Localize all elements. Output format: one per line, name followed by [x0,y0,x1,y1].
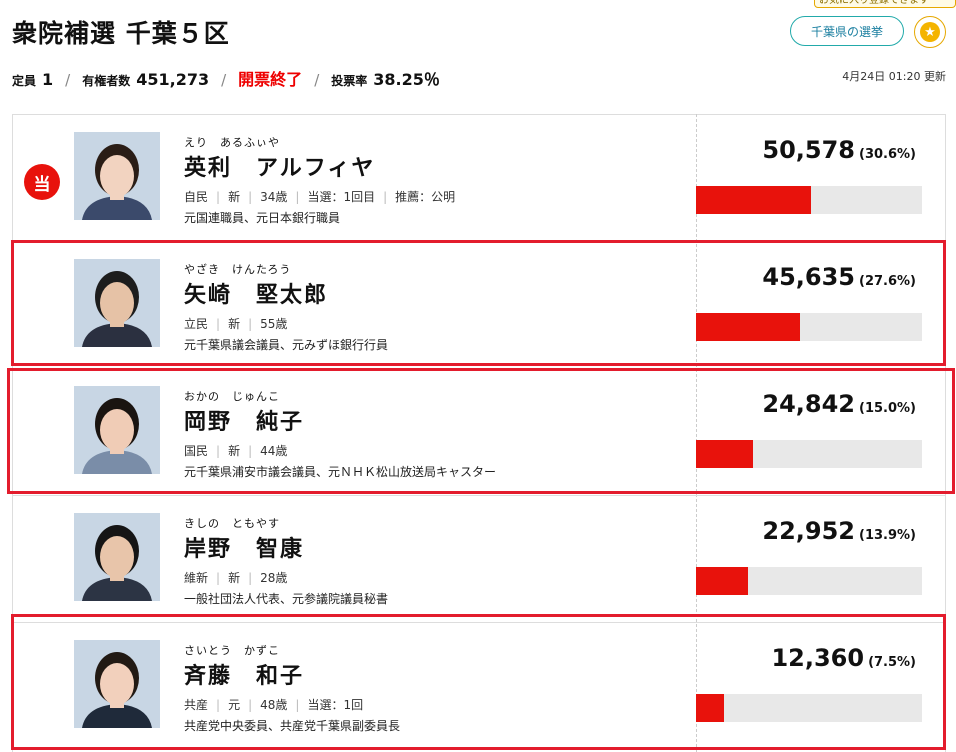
turnout-value: 38.25％ [373,70,440,89]
candidate-kana: えり あるふぃや [184,136,280,149]
meta-divider: | [248,190,253,204]
candidate-meta-item: 新 [228,571,241,585]
candidate-meta: 維新 | 新 | 28歳 [184,569,287,586]
candidate-meta-item: 当選：1回目 [307,190,376,204]
highlight-box [11,240,946,366]
candidate-meta-item: 新 [228,190,241,204]
vote-number: 50,578 [762,136,856,164]
turnout-label: 投票率 [331,74,368,88]
candidate-meta-item: 28歳 [260,571,288,585]
candidate-career: 一般社団法人代表、元参議院議員秘書 [184,592,389,606]
divider: / [314,71,320,89]
vote-percent: (13.9%) [859,528,916,543]
highlight-box [7,368,955,494]
meta-divider: | [248,571,253,585]
vote-share-bar [696,567,922,595]
vote-share-fill [696,186,812,214]
voters-value: 451,273 [136,70,210,89]
candidate-row: 当 えり あるふぃや 英利 アルフィヤ 自民 | 新 | 34歳 | 当選：1回目 | 推薦：公… [12,116,946,242]
favorite-tooltip: お気に入り登録できます [814,0,956,8]
divider: / [65,71,71,89]
election-stats: 定員 1 / 有権者数 451,273 / 開票終了 / 投票率 38.25％ [12,66,440,90]
candidate-name: 岸野 智康 [184,537,305,562]
star-icon: ★ [920,22,940,42]
vote-percent: (30.6%) [859,147,916,162]
candidate-meta: 自民 | 新 | 34歳 | 当選：1回目 | 推薦：公明 [184,188,455,205]
elected-badge: 当 [24,164,60,200]
candidate-photo [74,132,160,220]
row-divider [12,495,946,496]
voters-label: 有権者数 [82,74,131,88]
divider: / [221,71,227,89]
candidate-meta-item: 推薦：公明 [395,190,456,204]
count-status: 開票終了 [238,70,303,89]
candidate-career: 元国連職員、元日本銀行職員 [184,211,341,225]
seats-label: 定員 [12,74,37,88]
meta-divider: | [216,190,221,204]
seats-value: 1 [42,70,54,89]
favorite-button[interactable]: ★ [914,16,946,48]
vote-number: 22,952 [762,517,856,545]
updated-time: 4月24日 01:20 更新 [842,70,946,83]
candidate-kana: きしの ともやす [184,517,280,530]
prefecture-elections-button[interactable]: 千葉県の選挙 [790,16,904,46]
vote-share-bar [696,186,922,214]
candidate-meta-item: 自民 [184,190,209,204]
candidate-name: 英利 アルフィヤ [184,156,376,181]
meta-divider: | [295,190,300,204]
page-title: 衆院補選 千葉５区 [12,19,230,48]
candidate-meta-item: 維新 [184,571,209,585]
candidate-row: きしの ともやす 岸野 智康 維新 | 新 | 28歳 一般社団法人代表、元参議院議員秘… [12,497,946,623]
vote-count: 50,578 (30.6%) [762,136,916,164]
meta-divider: | [383,190,388,204]
vote-count: 22,952 (13.9%) [762,517,916,545]
vote-share-fill [696,567,749,595]
meta-divider: | [216,571,221,585]
candidate-meta-item: 34歳 [260,190,288,204]
candidate-photo [74,513,160,601]
highlight-box [11,614,946,750]
